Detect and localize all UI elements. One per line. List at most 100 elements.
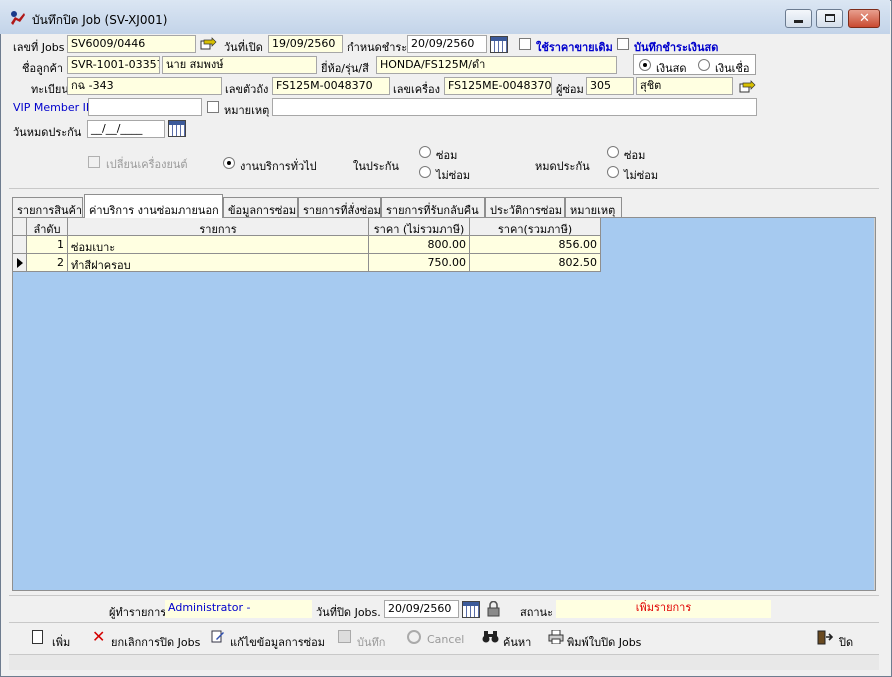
table-row-price-ex[interactable]: 750.00 xyxy=(369,254,470,272)
cash-radio[interactable] xyxy=(639,59,651,71)
general-service-radio[interactable] xyxy=(223,157,235,169)
out-warranty-repair-radio[interactable] xyxy=(607,146,619,158)
table-row-no[interactable]: 1 xyxy=(27,236,68,254)
edit-repair-button[interactable]: แก้ไขข้อมูลการซ่อม xyxy=(211,628,325,650)
table-row-price-inc[interactable]: 856.00 xyxy=(470,236,601,254)
tab-products[interactable]: รายการสินค้า xyxy=(12,197,83,217)
warranty-end-calendar-icon[interactable] xyxy=(168,120,186,137)
in-warranty-label: ในประกัน xyxy=(353,160,399,173)
save-button[interactable]: บันทึก xyxy=(338,628,390,650)
vip-label: VIP Member ID xyxy=(13,101,95,114)
scroll-down-icon[interactable]: ▼ xyxy=(875,573,876,590)
status-label: สถานะ xyxy=(520,606,553,619)
brand-field[interactable]: HONDA/FS125M/ดำ xyxy=(376,56,617,74)
scroll-up-icon[interactable]: ▲ xyxy=(875,218,876,235)
close-button[interactable]: ปิด xyxy=(817,628,857,650)
in-warranty-repair-radio[interactable] xyxy=(419,146,431,158)
close-button-label: ปิด xyxy=(839,636,854,649)
footer-separator xyxy=(9,595,879,596)
service-grid[interactable]: ลำดับ รายการ ราคา (ไม่รวมภาษี) ราคา(รวมภ… xyxy=(12,217,876,591)
due-date-label: กำหนดชำระ xyxy=(347,41,408,54)
engine-label: เลขเครื่อง xyxy=(393,83,441,96)
plate-field[interactable]: กฉ -343 xyxy=(67,77,222,95)
out-warranty-no-repair-radio[interactable] xyxy=(607,166,619,178)
use-old-price-checkbox[interactable] xyxy=(519,38,531,50)
note-checkbox[interactable] xyxy=(207,101,219,113)
table-row-price-inc[interactable]: 802.50 xyxy=(470,254,601,272)
lookup-mechanic-icon[interactable] xyxy=(739,80,757,94)
tab-repair-orders[interactable]: รายการที่สั่งซ่อม xyxy=(298,197,381,217)
job-no-field[interactable]: SV6009/0446 xyxy=(67,35,196,53)
row-indicator xyxy=(13,236,27,254)
due-date-calendar-icon[interactable] xyxy=(490,36,508,53)
close-date-field[interactable]: 20/09/2560 xyxy=(384,600,459,618)
recorder-label: ผู้ทำรายการ xyxy=(109,606,167,619)
tab-notes[interactable]: หมายเหตุ xyxy=(565,197,622,217)
table-row-item[interactable]: ทำสีฝาครอบ xyxy=(68,254,369,272)
table-row-item[interactable]: ซ่อมเบาะ xyxy=(68,236,369,254)
new-document-icon xyxy=(32,630,43,644)
printer-icon xyxy=(548,629,564,645)
red-x-icon: ✕ xyxy=(92,627,106,646)
warranty-end-field[interactable]: __/__/____ xyxy=(87,120,165,138)
column-header-price-inc[interactable]: ราคา(รวมภาษี) xyxy=(470,218,601,236)
save-cash-checkbox[interactable] xyxy=(617,38,629,50)
current-row-arrow-icon xyxy=(17,258,23,268)
out-warranty-label: หมดประกัน xyxy=(535,160,590,173)
plate-label: ทะเบียน xyxy=(31,83,69,96)
engine-change-checkbox[interactable] xyxy=(88,156,100,168)
due-date-field[interactable]: 20/09/2560 xyxy=(407,35,487,53)
app-icon xyxy=(9,9,27,27)
general-service-label: งานบริการทั่วไป xyxy=(240,160,317,173)
cancel-close-button[interactable]: ✕ ยกเลิกการปิด Jobs xyxy=(92,627,204,650)
mechanic-label: ผู้ซ่อม xyxy=(556,83,584,96)
maximize-icon xyxy=(825,14,835,22)
tab-repair-history[interactable]: ประวัติการซ่อม xyxy=(485,197,565,217)
note-field[interactable] xyxy=(272,98,757,116)
lookup-job-icon[interactable] xyxy=(200,37,218,51)
column-header-price-ex[interactable]: ราคา (ไม่รวมภาษี) xyxy=(369,218,470,236)
chassis-field[interactable]: FS125M-0048370 xyxy=(272,77,390,95)
out-warranty-no-repair-label: ไม่ซ่อม xyxy=(624,169,659,182)
save-button-label: บันทึก xyxy=(357,636,386,649)
table-row-no[interactable]: 2 xyxy=(27,254,68,272)
tab-repair-info[interactable]: ข้อมูลการซ่อม xyxy=(223,197,298,217)
add-button-label: เพิ่ม xyxy=(52,636,71,649)
customer-code-field[interactable]: SVR-1001-03357 xyxy=(67,56,160,74)
minimize-icon xyxy=(794,20,803,23)
close-window-button[interactable]: ✕ xyxy=(848,9,880,28)
add-button[interactable]: เพิ่ม xyxy=(32,628,76,650)
in-warranty-no-repair-radio[interactable] xyxy=(419,166,431,178)
engine-field[interactable]: FS125ME-0048370 xyxy=(444,77,552,95)
exit-door-icon xyxy=(817,630,834,645)
print-button[interactable]: พิมพ์ใบปิด Jobs xyxy=(548,628,648,650)
open-date-field[interactable]: 19/09/2560 xyxy=(268,35,343,53)
close-date-calendar-icon[interactable] xyxy=(462,601,480,618)
binoculars-icon xyxy=(482,630,499,643)
close-date-label: วันที่ปิด Jobs. xyxy=(316,606,381,619)
tab-returned-items[interactable]: รายการที่รับกลับคืน xyxy=(381,197,485,217)
note-label: หมายเหตุ xyxy=(224,104,270,117)
column-header-item[interactable]: รายการ xyxy=(68,218,369,236)
row-indicator-header xyxy=(13,218,27,236)
grid-vertical-scrollbar[interactable]: ▲ ▼ xyxy=(874,218,876,590)
mechanic-code-field[interactable]: 305 xyxy=(586,77,634,95)
mechanic-name-field[interactable]: สุชิต xyxy=(636,77,733,95)
minimize-button[interactable] xyxy=(785,9,812,28)
undo-icon xyxy=(407,630,421,644)
tab-external-service[interactable]: ค่าบริการ งานซ่อมภายนอก xyxy=(84,194,223,218)
recorder-field: Administrator - xyxy=(165,600,312,618)
edit-icon xyxy=(211,630,225,643)
table-row-price-ex[interactable]: 800.00 xyxy=(369,236,470,254)
open-date-label: วันที่เปิด xyxy=(224,41,263,54)
out-warranty-repair-label: ซ่อม xyxy=(624,149,646,162)
row-indicator xyxy=(13,254,27,272)
cancel-button[interactable]: Cancel xyxy=(407,628,465,650)
search-button-label: ค้นหา xyxy=(503,636,532,649)
credit-radio[interactable] xyxy=(698,59,710,71)
search-button[interactable]: ค้นหา xyxy=(482,628,534,650)
customer-name-field[interactable]: นาย สมพงษ์ xyxy=(162,56,317,74)
column-header-no[interactable]: ลำดับ xyxy=(27,218,68,236)
maximize-button[interactable] xyxy=(816,9,843,28)
vip-field[interactable] xyxy=(88,98,202,116)
